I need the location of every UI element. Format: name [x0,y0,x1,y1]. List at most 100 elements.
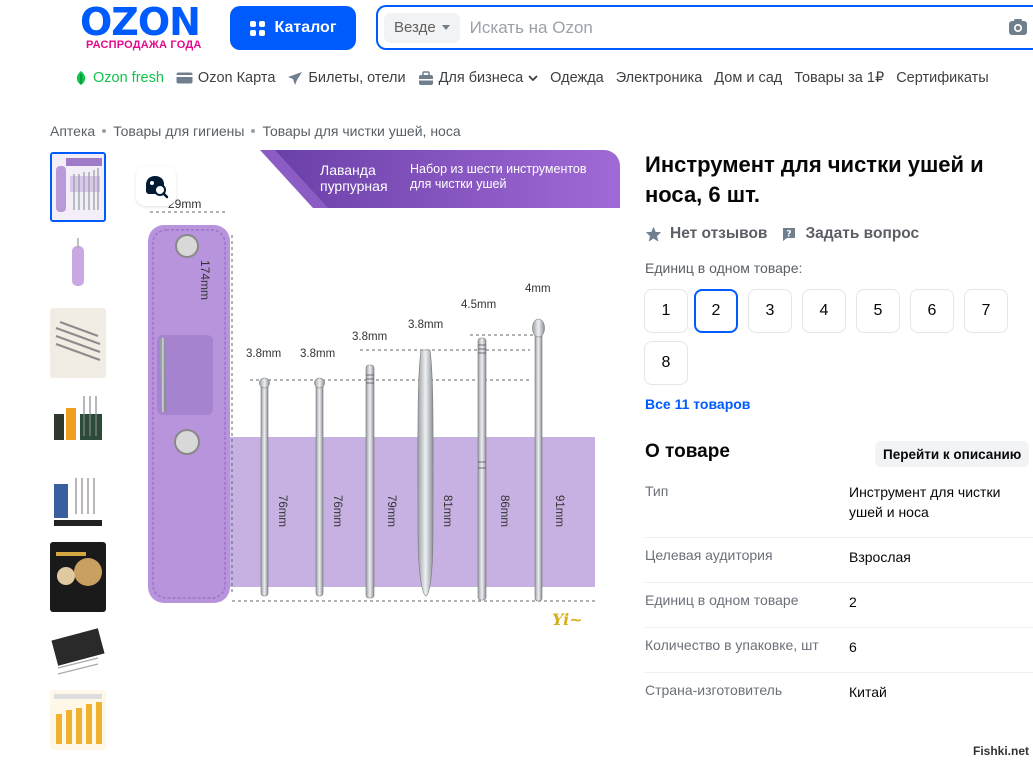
catalog-button[interactable]: Каталог [230,6,356,50]
tool-tip-label: 4mm [525,283,551,295]
units-option[interactable]: 7 [964,289,1008,333]
search-input[interactable] [469,17,990,38]
star-icon [645,226,662,242]
product-main-image[interactable]: Лаванда пурпурная Набор из шести инструм… [120,150,620,652]
about-heading: О товаре [645,441,730,462]
banner-right-text: Набор из шести инструментов для чистки у… [410,162,587,191]
thumbnail-1[interactable] [50,152,106,222]
tool-length-label: 79mm [385,495,397,527]
thumbnail-4[interactable] [50,386,106,456]
units-option[interactable]: 6 [910,289,954,333]
top-nav: Ozon fresh Ozon Карта Билеты, отели Для … [74,70,1001,86]
spec-row: Страна-изготовитель Китай [645,673,1033,718]
logo-subtitle: РАСПРОДАЖА ГОДА [86,39,202,51]
nav-label: Электроника [615,70,703,86]
units-option[interactable]: 1 [644,289,688,333]
nav-item-ozon-card[interactable]: Ozon Карта [176,70,275,86]
nav-label: Одежда [550,70,604,86]
search-scope-select[interactable]: Везде [384,12,460,43]
thumbnail-image [50,386,106,456]
units-option[interactable]: 5 [856,289,900,333]
tool-length-label: 86mm [498,495,510,527]
thumbnail-3[interactable] [50,308,106,378]
visual-search-icon [146,176,169,199]
breadcrumb: Аптека Товары для гигиены Товары для чис… [50,123,461,139]
nav-item-electronics[interactable]: Электроника [616,70,703,86]
ozon-logo[interactable]: OZON РАСПРОДАЖА ГОДА [80,0,210,52]
search-bar: Везде [376,5,1033,50]
thumbnail-image [50,620,106,690]
thumbnail-6[interactable] [50,542,106,612]
breadcrumb-item[interactable]: Товары для чистки ушей, носа [262,123,460,139]
catalog-grid-icon [249,20,265,36]
reviews-link[interactable]: Нет отзывов [670,225,767,243]
spec-row: Единиц в одном товаре 2 [645,583,1033,628]
spec-row: Количество в упаковке, шт 6 [645,628,1033,673]
chevron-down-icon [441,25,450,30]
thumbnail-image [50,690,106,750]
spec-row: Целевая аудитория Взрослая [645,538,1033,583]
nav-item-certificates[interactable]: Сертификаты [896,70,989,86]
thumbnail-7[interactable] [50,620,106,690]
chevron-down-icon [528,75,538,82]
tool-tip-label: 3.8mm [352,331,388,343]
nav-item-business[interactable]: Для бизнеса [418,70,539,86]
tool-length-label: 76mm [276,495,288,527]
nav-item-home-garden[interactable]: Дом и сад [714,70,782,86]
nav-item-clothes[interactable]: Одежда [550,70,604,86]
thumbnail-8[interactable] [50,690,106,750]
nav-label: Ozon fresh [93,70,164,86]
spec-value: 2 [849,594,857,610]
nav-label: Билеты, отели [308,70,406,86]
tool-length-label: 81mm [441,495,453,527]
case-height-label: 174mm [198,260,212,301]
spec-row: Тип Инструмент для чистки ушей и носа [645,481,1033,538]
product-illustration [120,150,620,652]
logo-word: OZON [80,0,201,44]
spec-key: Целевая аудитория [645,547,773,563]
nav-item-tickets[interactable]: Билеты, отели [287,70,406,86]
units-option-selected[interactable]: 2 [694,289,738,333]
catalog-label: Каталог [274,19,337,36]
units-option[interactable]: 8 [644,341,688,385]
watermark: Fishki.net [972,744,1029,758]
spec-value: Китай [849,684,887,700]
nav-label: Сертификаты [896,70,989,86]
nav-item-one-ruble[interactable]: Товары за 1₽ [794,70,884,86]
thumbnail-image [50,464,106,534]
ask-question-link[interactable]: Задать вопрос [805,225,919,243]
thumbnail-5[interactable] [50,464,106,534]
search-scope-label: Везде [394,19,436,36]
nav-label: Для бизнеса [438,70,524,86]
breadcrumb-separator [251,129,256,133]
nav-label: Дом и сад [714,70,783,86]
tool-tip-label: 3.8mm [408,319,444,331]
units-option[interactable]: 3 [748,289,792,333]
tool-tip-label: 3.8mm [246,348,282,360]
briefcase-icon [418,70,433,85]
camera-icon[interactable] [1008,18,1028,36]
spec-value: 6 [849,639,857,655]
thumbnail-image [50,308,106,378]
all-products-link[interactable]: Все 11 товаров [645,396,750,412]
tool-tip-label: 3.8mm [300,348,336,360]
nav-label: Ozon Карта [197,70,276,86]
units-label: Единиц в одном товаре: [645,260,803,276]
thumbnail-image [50,542,106,612]
breadcrumb-item[interactable]: Аптека [50,123,95,139]
goto-description-button[interactable]: Перейти к описанию [875,441,1030,467]
brand-mark: Yi~ [552,610,583,629]
spec-key: Количество в упаковке, шт [645,637,819,653]
spec-key: Тип [645,483,669,499]
thumbnail-2[interactable] [50,230,106,300]
breadcrumb-separator [102,129,107,133]
tool-length-label: 91mm [553,495,565,527]
units-option[interactable]: 4 [802,289,846,333]
breadcrumb-item[interactable]: Товары для гигиены [113,123,244,139]
plane-icon [288,72,303,85]
spec-value: Инструмент для чистки ушей и носа [849,484,1001,520]
visual-search-button[interactable] [136,166,176,206]
nav-item-ozon-fresh[interactable]: Ozon fresh [74,70,164,86]
tool-length-label: 76mm [331,495,343,527]
thumbnail-image [52,154,104,220]
